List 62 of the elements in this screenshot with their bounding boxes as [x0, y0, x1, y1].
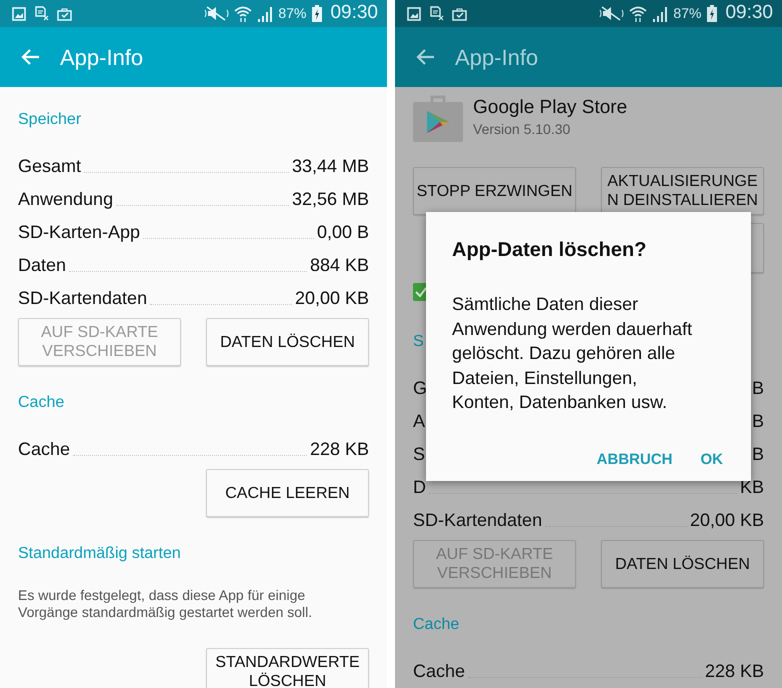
- row-value: 228 KB: [704, 660, 764, 683]
- app-button[interactable]: DATEN LÖSCHEN: [206, 318, 369, 366]
- row-label: Cache: [18, 438, 70, 461]
- dialog-title: App-Daten löschen?: [452, 238, 648, 262]
- row-value: 884 KB: [310, 254, 369, 277]
- battery-icon: [312, 5, 322, 22]
- row-value: KB: [740, 476, 764, 499]
- row-value: B: [752, 410, 764, 433]
- row-label: G: [413, 377, 428, 400]
- section-header: Cache: [413, 615, 460, 635]
- row-label: Cache: [413, 660, 466, 683]
- row-label: SD-Kartendaten: [413, 509, 542, 532]
- wifi-icon: [629, 5, 648, 22]
- app-button[interactable]: CACHE LEEREN: [206, 469, 369, 517]
- app-name: Google Play Store: [473, 97, 628, 119]
- app-version: Version 5.10.30: [473, 120, 572, 139]
- app-button[interactable]: DATEN LÖSCHEN: [601, 540, 764, 588]
- row-label: SD-Kartendaten: [18, 287, 148, 310]
- clock-time: 09:30: [725, 1, 773, 26]
- row-label: A: [413, 410, 426, 433]
- picture-icon: [407, 6, 421, 20]
- clock-time: 09:30: [330, 1, 378, 26]
- section-header: S: [413, 332, 424, 352]
- picture-icon: [12, 6, 26, 20]
- dialog-message: Sämtliche Daten dieser Anwendung werden dauerhaft gelöscht. Dazu gehören alle Dateien, Einstellungen, Konten, Datenbanken usw.: [452, 293, 694, 414]
- mute-icon: [599, 6, 626, 21]
- section-header: Standardmäßig starten: [18, 544, 181, 564]
- row-value: 20,00 KB: [690, 509, 764, 532]
- section-header: Speicher: [18, 110, 82, 130]
- app-icon: [413, 95, 463, 142]
- row-label: Gesamt: [18, 155, 82, 178]
- row-value: 0,00 B: [316, 221, 369, 244]
- back-icon[interactable]: [415, 48, 435, 66]
- document-icon: [34, 6, 49, 21]
- row-label: Daten: [18, 254, 66, 277]
- clipboard-icon: [452, 6, 467, 20]
- signal-icon: [651, 6, 670, 22]
- row-value: 228 KB: [310, 438, 369, 461]
- description-text: Es wurde festgelegt, dass diese App für einige Vorgänge standardmäßig gestartet werden soll.: [18, 587, 314, 621]
- signal-icon: [256, 6, 274, 22]
- row-label: SD-Karten-App: [18, 221, 140, 244]
- mute-icon: [204, 6, 230, 21]
- row-value: B: [752, 377, 764, 400]
- row-label: S: [413, 443, 426, 466]
- wifi-icon: [234, 5, 252, 22]
- screen-title: App-Info: [60, 44, 144, 72]
- row-value: 20,00 KB: [294, 287, 369, 310]
- app-button[interactable]: STANDARDWERTE LÖSCHEN: [206, 648, 369, 688]
- clipboard-icon: [57, 6, 72, 20]
- row-value: 33,44 MB: [292, 155, 369, 178]
- row-label: D: [413, 476, 426, 499]
- row-value: B: [752, 443, 764, 466]
- app-button[interactable]: STOPP ERZWINGEN: [413, 167, 576, 215]
- battery-percentage: 87%: [673, 4, 702, 23]
- document-icon: [429, 6, 444, 21]
- battery-icon: [707, 5, 718, 22]
- app-button[interactable]: AKTUALISIERUNGE N DEINSTALLIEREN: [601, 167, 764, 215]
- row-value: 32,56 MB: [292, 188, 369, 211]
- battery-percentage: 87%: [278, 4, 306, 23]
- section-header: Cache: [18, 393, 64, 413]
- screen-title: App-Info: [455, 44, 538, 72]
- row-label: Anwendung: [18, 188, 114, 211]
